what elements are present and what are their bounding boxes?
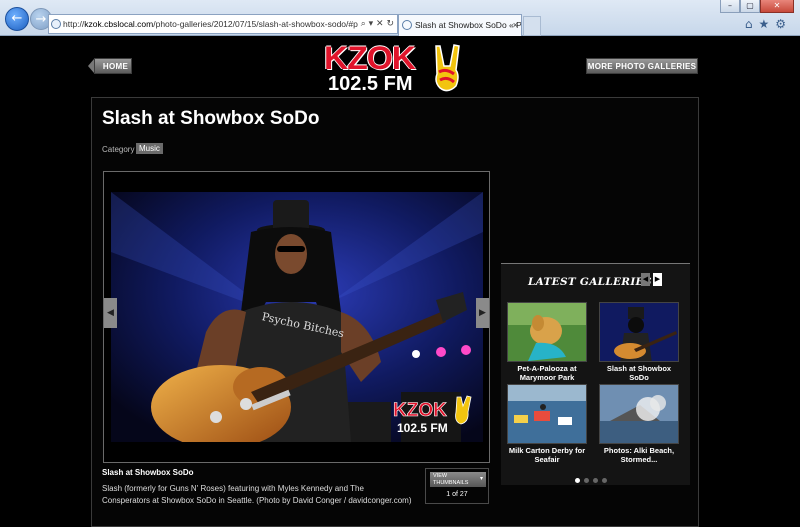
home-button[interactable]: HOME — [88, 58, 132, 74]
latest-prev-button[interactable]: ◀ — [641, 273, 650, 286]
gallery-card[interactable]: Photos: Alki Beach, Stormed... — [599, 384, 679, 464]
gallery-card[interactable]: Pet-A-Palooza at Marymoor Park — [507, 302, 587, 382]
gallery-thumbnail — [507, 302, 587, 362]
gallery-card-label: Milk Carton Derby for Seafair — [508, 446, 586, 464]
watermark-frequency: 102.5 FM — [397, 421, 448, 435]
caption-text: Slash (formerly for Guns N' Roses) featu… — [102, 484, 412, 505]
carousel-dot[interactable] — [575, 478, 580, 483]
minimize-button[interactable]: – — [720, 0, 740, 13]
latest-galleries-widget: LATEST GALLERIES ◀ ▶ Pet-A-Palooza at Ma… — [501, 263, 690, 485]
concert-photo-image: Psycho Bitches KZOK 102.5 FM — [111, 192, 483, 442]
station-logo[interactable]: KZOK 102.5 FM — [322, 40, 467, 96]
previous-photo-arrow[interactable]: ◀ — [104, 298, 117, 328]
tab-close-icon[interactable]: × — [513, 15, 518, 35]
close-window-button[interactable]: ✕ — [760, 0, 794, 13]
carousel-dot[interactable] — [593, 478, 598, 483]
gallery-photo[interactable]: Psycho Bitches KZOK 102.5 FM — [111, 192, 483, 442]
rock-hand-icon — [435, 44, 460, 92]
new-tab-button[interactable] — [523, 16, 541, 36]
gallery-card[interactable]: Milk Carton Derby for Seafair — [507, 384, 587, 464]
gallery-thumbnail — [599, 302, 679, 362]
latest-galleries-title: LATEST GALLERIES — [528, 276, 652, 288]
gallery-panel: Slash at Showbox SoDo Category Music Psy… — [91, 97, 699, 527]
browser-toolbar: ← → http://kzok.cbslocal.com/photo-galle… — [0, 0, 800, 36]
tab-favicon-icon — [402, 20, 412, 30]
carousel-dots — [575, 470, 611, 488]
site-favicon-icon — [51, 19, 61, 29]
gallery-card-label: Photos: Alki Beach, Stormed... — [603, 446, 675, 464]
photo-viewer: Psycho Bitches KZOK 102.5 FM ◀ ▶ — [103, 171, 490, 463]
gallery-thumbnail — [599, 384, 679, 444]
url-path: /photo-galleries/2012/07/15/slash-at-sho… — [153, 19, 382, 29]
gallery-thumbnail — [507, 384, 587, 444]
logo-frequency: 102.5 FM — [328, 73, 413, 95]
carousel-dot[interactable] — [602, 478, 607, 483]
tab-title: Slash at Showbox SoDo « P... — [415, 20, 522, 30]
home-favorites-settings-icons[interactable]: ⌂★⚙ — [745, 17, 792, 31]
view-thumbnails-label: VIEW THUMBNAILS — [433, 473, 469, 486]
gallery-card-label: Slash at Showbox SoDo — [606, 364, 672, 382]
thumbnail-controls: VIEW THUMBNAILS ▾ 1 of 27 — [425, 468, 489, 504]
page-body: HOME MORE PHOTO GALLERIES KZOK 102.5 FM … — [0, 36, 800, 527]
browser-tab[interactable]: Slash at Showbox SoDo « P... × — [398, 14, 522, 36]
address-bar[interactable]: http://kzok.cbslocal.com/photo-galleries… — [48, 14, 398, 34]
address-bar-icons[interactable]: ⌕ ▾ ✕ ↻ — [357, 15, 394, 33]
more-photo-galleries-button[interactable]: MORE PHOTO GALLERIES — [586, 58, 698, 74]
gallery-card[interactable]: Slash at Showbox SoDo — [599, 302, 679, 382]
carousel-dot[interactable] — [584, 478, 589, 483]
back-button[interactable]: ← — [5, 7, 29, 31]
page-title: Slash at Showbox SoDo — [102, 108, 320, 129]
logo-call-letters: KZOK — [324, 40, 416, 76]
maximize-button[interactable]: ▢ — [740, 0, 760, 13]
category-badge[interactable]: Music — [136, 143, 163, 154]
window-controls: – ▢ ✕ — [720, 0, 794, 13]
caption-title: Slash at Showbox SoDo — [102, 468, 194, 477]
next-photo-arrow[interactable]: ▶ — [476, 298, 489, 328]
category-label: Category — [102, 145, 135, 154]
latest-next-button[interactable]: ▶ — [653, 273, 662, 286]
url-prefix: http:// — [63, 19, 85, 29]
url-host: kzok.cbslocal.com — [84, 19, 154, 29]
photo-count: 1 of 27 — [446, 491, 468, 498]
gallery-card-label: Pet-A-Palooza at Marymoor Park — [517, 364, 577, 382]
chevron-down-icon: ▾ — [479, 476, 483, 482]
watermark-call-letters: KZOK — [393, 400, 447, 421]
view-thumbnails-button[interactable]: VIEW THUMBNAILS ▾ — [430, 472, 486, 487]
